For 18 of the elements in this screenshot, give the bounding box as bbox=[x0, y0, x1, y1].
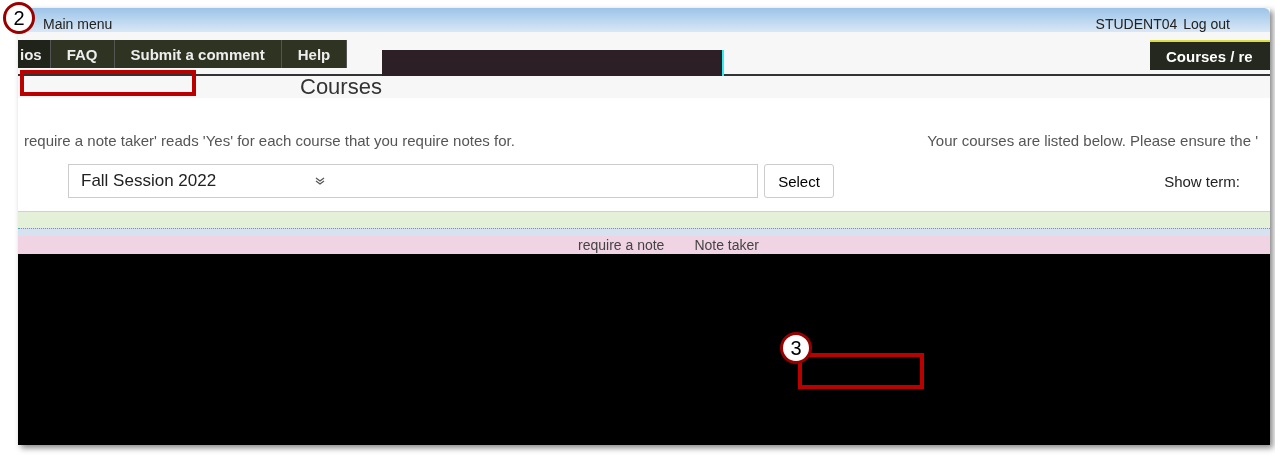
nav-tab[interactable]: Submit a comment bbox=[114, 40, 282, 68]
nav-tab[interactable]: Help bbox=[281, 40, 348, 68]
nav-tab[interactable]: ios bbox=[18, 40, 51, 68]
logout-link[interactable]: Log out bbox=[1183, 16, 1230, 32]
instruction-text: Your courses are listed below. Please ensure the ' bbox=[927, 132, 1258, 149]
instruction-text: require a note taker' reads 'Yes' for each course that you require notes for. bbox=[24, 132, 515, 149]
caret-icon bbox=[315, 177, 325, 185]
term-select[interactable]: Fall Session 2022 bbox=[68, 164, 758, 198]
show-term-label: Show term: bbox=[1164, 172, 1240, 190]
column-header: require a note bbox=[578, 237, 665, 253]
column-header: Note taker bbox=[694, 237, 759, 253]
page-title: Courses bbox=[300, 76, 383, 98]
callout-number: 2 bbox=[3, 2, 35, 34]
nav-tab[interactable]: FAQ bbox=[50, 40, 115, 68]
menu-title[interactable]: Main menu bbox=[43, 16, 113, 32]
breadcrumb-tab[interactable]: Courses / re bbox=[1150, 40, 1270, 70]
user-name: STUDENT04 bbox=[1095, 16, 1178, 32]
select-button[interactable]: Select bbox=[764, 164, 834, 198]
